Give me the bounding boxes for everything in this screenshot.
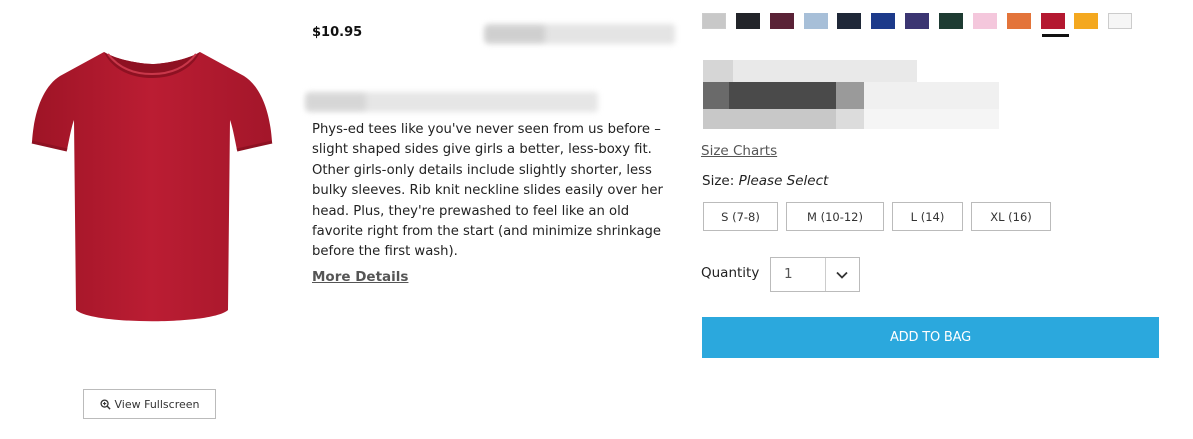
product-description: Phys-ed tees like you've never seen from…	[312, 122, 663, 260]
selected-swatch-indicator	[1042, 34, 1069, 37]
product-image[interactable]	[22, 40, 282, 340]
color-swatch[interactable]	[871, 13, 895, 29]
quantity-label: Quantity	[701, 265, 760, 281]
color-swatch[interactable]	[702, 13, 726, 29]
size-option-xl[interactable]: XL (16)	[971, 202, 1051, 231]
color-swatch[interactable]	[1041, 13, 1065, 29]
color-swatch[interactable]	[1074, 13, 1098, 29]
zoom-in-icon	[99, 398, 111, 410]
color-swatch[interactable]	[939, 13, 963, 29]
color-swatch[interactable]	[973, 13, 997, 29]
color-swatch[interactable]	[837, 13, 861, 29]
color-swatch[interactable]	[1007, 13, 1031, 29]
color-swatch[interactable]	[1108, 13, 1132, 29]
size-prompt: Please Select	[738, 173, 829, 189]
color-swatch[interactable]	[736, 13, 760, 29]
quantity-select[interactable]: 1	[770, 257, 860, 292]
product-price: $10.95	[312, 25, 363, 40]
size-option-s[interactable]: S (7-8)	[703, 202, 778, 231]
quantity-divider	[825, 258, 826, 291]
size-option-l[interactable]: L (14)	[892, 202, 963, 231]
view-fullscreen-label: View Fullscreen	[114, 397, 200, 411]
color-swatch[interactable]	[770, 13, 794, 29]
red-tshirt-image	[31, 52, 273, 322]
color-swatch[interactable]	[905, 13, 929, 29]
size-label-text: Size:	[702, 173, 735, 189]
add-to-bag-button[interactable]: ADD TO BAG	[702, 317, 1159, 358]
size-option-m[interactable]: M (10-12)	[786, 202, 884, 231]
view-fullscreen-button[interactable]: View Fullscreen	[83, 389, 216, 419]
size-charts-link[interactable]: Size Charts	[701, 143, 777, 159]
redacted-text	[485, 26, 545, 42]
redacted-heading	[306, 94, 366, 110]
more-details-link[interactable]: More Details	[312, 269, 408, 285]
size-label: Size: Please Select	[702, 173, 828, 189]
color-swatch[interactable]	[804, 13, 828, 29]
chevron-down-icon	[836, 271, 848, 279]
quantity-value: 1	[784, 266, 793, 282]
